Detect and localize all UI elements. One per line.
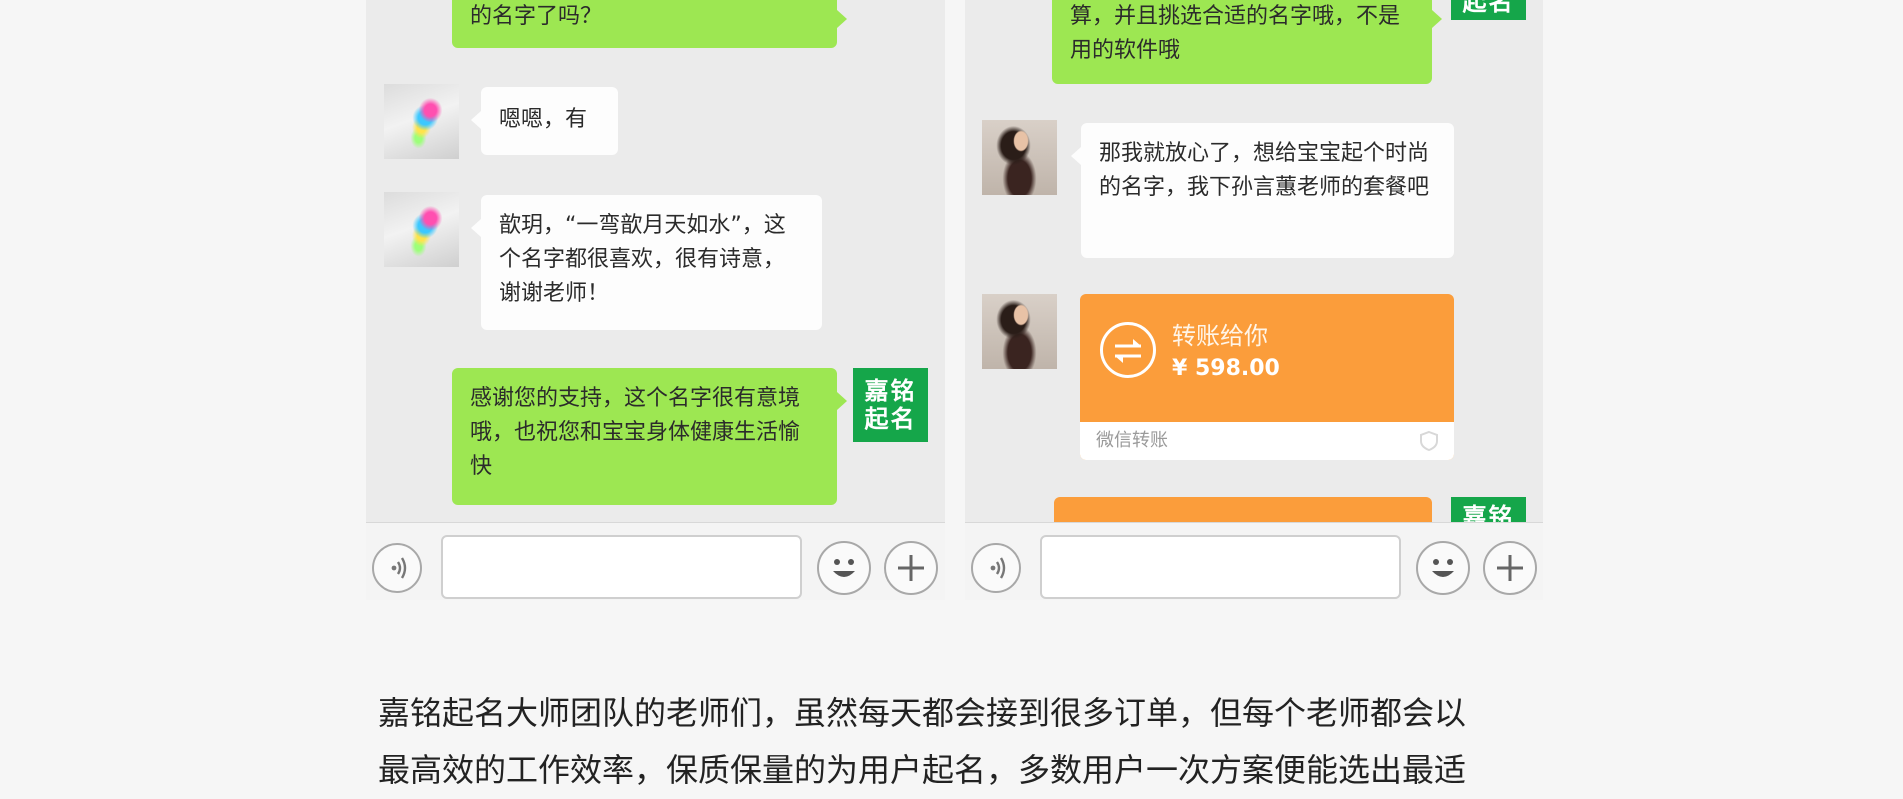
message-bubble-outgoing[interactable]: 感谢您的支持，这个名字很有意境哦，也祝您和宝宝身体健康生活愉快 [452,368,847,505]
avatar[interactable] [384,192,459,267]
message-bubble-outgoing[interactable]: 算，并且挑选合适的名字哦，不是用的软件哦 [1052,0,1442,84]
voice-icon [990,557,1006,579]
avatar[interactable] [982,120,1057,195]
article-line: 最高效的工作效率，保质保量的为用户起名，多数用户一次方案便能选出最适 [378,751,1467,789]
transfer-arrows-icon [1100,322,1156,378]
avatar[interactable] [982,294,1057,369]
transfer-amount: ¥ 598.00 [1172,356,1280,381]
transfer-footer-label: 微信转账 [1096,430,1168,451]
message-text: 算，并且挑选合适的名字哦，不是用的软件哦 [1070,4,1401,63]
transfer-card-body: 转账给你 ¥ 598.00 [1080,294,1454,422]
transfer-footer: 微信转账 [1080,422,1454,460]
message-bubble-outgoing[interactable]: 的名字了吗？ [452,0,847,48]
plus-icon [1497,555,1523,581]
article-paragraph: 嘉铭起名大师团队的老师们，虽然每天都会接到很多订单，但每个老师都会以 最高效的工… [378,685,1538,799]
brand-avatar-line1: 嘉铭 [864,377,917,405]
article-line: 嘉铭起名大师团队的老师们，虽然每天都会接到很多订单，但每个老师都会以 [378,694,1467,732]
chat-input-bar [366,522,945,600]
plus-button[interactable] [1483,541,1537,595]
message-text: 那我就放心了，想给宝宝起个时尚的名字，我下孙言蕙老师的套餐吧 [1099,141,1430,200]
message-bubble-incoming[interactable]: 嗯嗯，有 [471,87,618,155]
message-bubble-incoming[interactable]: 那我就放心了，想给宝宝起个时尚的名字，我下孙言蕙老师的套餐吧 [1071,123,1454,258]
emoji-button[interactable] [1416,541,1470,595]
transfer-title: 转账给你 [1172,322,1268,350]
emoji-icon [1432,559,1454,577]
message-input[interactable] [1040,535,1401,599]
brand-avatar[interactable]: 起名 [1451,0,1526,20]
chat-panel-left: 的名字了吗？ 嗯嗯，有 歆玥，“一弯歆月天如水”，这个名字都很喜欢，很有诗意，谢… [366,0,945,600]
chat-input-bar [965,522,1543,600]
brand-avatar-line2: 起名 [864,405,917,433]
message-input[interactable] [441,535,802,599]
message-text: 嗯嗯，有 [499,107,588,132]
shield-icon [1420,430,1438,452]
brand-avatar[interactable]: 嘉铭 起名 [853,368,928,442]
message-bubble-incoming[interactable]: 歆玥，“一弯歆月天如水”，这个名字都很喜欢，很有诗意，谢谢老师！ [471,195,822,330]
plus-icon [898,555,924,581]
plus-button[interactable] [884,541,938,595]
brand-avatar-line: 起名 [1462,0,1515,16]
voice-icon [391,557,407,579]
chat-panel-right: 算，并且挑选合适的名字哦，不是用的软件哦 起名 那我就放心了，想给宝宝起个时尚的… [965,0,1543,600]
avatar[interactable] [384,84,459,159]
emoji-button[interactable] [817,541,871,595]
message-text: 歆玥，“一弯歆月天如水”，这个名字都很喜欢，很有诗意，谢谢老师！ [499,213,786,306]
voice-button[interactable] [372,543,422,593]
emoji-icon [833,559,855,577]
voice-button[interactable] [971,543,1021,593]
transfer-card[interactable]: 转账给你 ¥ 598.00 微信转账 [1080,294,1454,460]
message-text: 的名字了吗？ [470,4,603,29]
message-text: 感谢您的支持，这个名字很有意境哦，也祝您和宝宝身体健康生活愉快 [470,386,801,479]
